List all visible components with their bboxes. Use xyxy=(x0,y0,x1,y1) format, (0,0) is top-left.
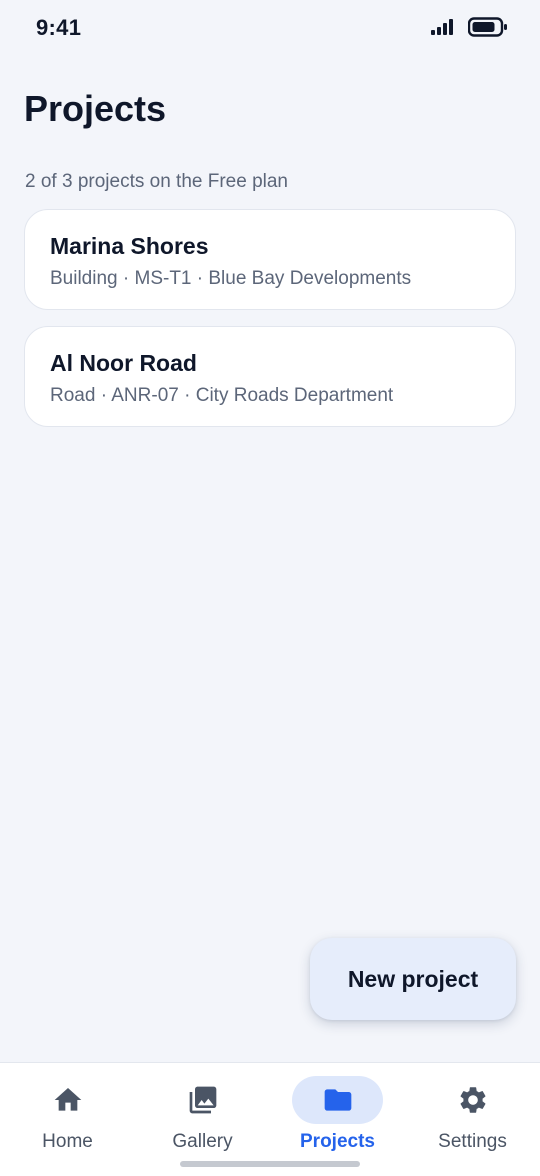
nav-pill xyxy=(22,1076,113,1124)
nav-item-home[interactable]: Home xyxy=(0,1063,135,1176)
projects-screen: 9:41 Projects 2 of 3 projects on the Fre… xyxy=(0,0,540,1176)
gallery-icon xyxy=(189,1086,216,1114)
project-name: Marina Shores xyxy=(50,233,209,259)
nav-label-projects: Projects xyxy=(300,1131,375,1152)
project-card-al-noor-road[interactable]: Al Noor Road Road · ANR-07 · City Roads … xyxy=(24,326,516,427)
new-project-button[interactable]: New project xyxy=(310,938,516,1020)
project-card-marina-shores[interactable]: Marina Shores Building · MS-T1 · Blue Ba… xyxy=(24,209,516,310)
nav-label-home: Home xyxy=(42,1131,93,1152)
project-meta: Building · MS-T1 · Blue Bay Developments xyxy=(50,268,412,289)
project-list: Marina Shores Building · MS-T1 · Blue Ba… xyxy=(24,209,516,443)
status-time: 9:41 xyxy=(36,15,82,40)
nav-pill xyxy=(427,1076,518,1124)
home-indicator xyxy=(180,1161,360,1167)
battery-icon xyxy=(468,17,507,37)
folder-icon xyxy=(324,1089,351,1111)
cellular-signal-icon xyxy=(431,19,453,35)
page-title: Projects xyxy=(24,88,167,129)
bottom-nav: Home Gallery Projects Settings xyxy=(0,1062,540,1176)
plan-usage-text: 2 of 3 projects on the Free plan xyxy=(25,171,288,192)
project-meta: Road · ANR-07 · City Roads Department xyxy=(50,385,394,406)
nav-label-settings: Settings xyxy=(438,1131,507,1152)
nav-pill-active xyxy=(292,1076,383,1124)
project-name: Al Noor Road xyxy=(50,350,197,376)
nav-item-projects[interactable]: Projects xyxy=(270,1063,405,1176)
gear-icon xyxy=(460,1087,485,1113)
nav-pill xyxy=(157,1076,248,1124)
nav-item-settings[interactable]: Settings xyxy=(405,1063,540,1176)
home-icon xyxy=(54,1088,81,1111)
nav-item-gallery[interactable]: Gallery xyxy=(135,1063,270,1176)
nav-label-gallery: Gallery xyxy=(172,1131,233,1152)
status-bar: 9:41 xyxy=(0,0,540,56)
